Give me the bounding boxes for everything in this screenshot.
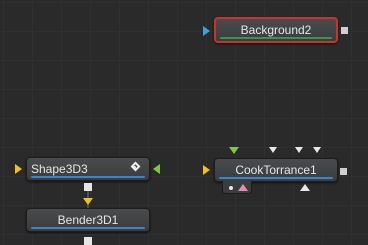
cook-white-input-arrow-2[interactable] bbox=[295, 147, 303, 153]
cooktorrance1-node[interactable]: CookTorrance1 bbox=[214, 158, 338, 182]
background-output-square[interactable] bbox=[341, 27, 348, 34]
cook-white-input-arrow-1[interactable] bbox=[269, 147, 277, 153]
cook-green-input-arrow[interactable] bbox=[229, 147, 239, 154]
shape3d3-node[interactable]: Shape3D3 bbox=[26, 157, 150, 181]
cook-output-square[interactable] bbox=[340, 168, 347, 175]
shape-input-arrow[interactable] bbox=[15, 164, 22, 174]
cook-white-input-arrow-3[interactable] bbox=[313, 147, 321, 153]
node-underline bbox=[31, 176, 145, 178]
3d-dot-icon bbox=[133, 166, 136, 169]
background-input-arrow[interactable] bbox=[203, 26, 210, 36]
cook-input-arrow[interactable] bbox=[203, 165, 210, 175]
mask-input-pink-arrow[interactable] bbox=[238, 184, 248, 191]
bender-input-arrow[interactable] bbox=[83, 198, 93, 205]
node-underline bbox=[220, 37, 332, 39]
background2-node[interactable]: Background2 bbox=[214, 17, 338, 43]
mask-dot-icon[interactable] bbox=[229, 186, 233, 190]
bender3d1-node[interactable]: Bender3D1 bbox=[26, 208, 150, 232]
cook-bottom-white-arrow[interactable] bbox=[300, 184, 310, 191]
shape-output-arrow[interactable] bbox=[153, 164, 160, 174]
shape-bottom-output-square[interactable] bbox=[84, 183, 92, 191]
node-flow-editor: { "flow": { "nodes": { "background": {"l… bbox=[0, 0, 368, 245]
node-underline bbox=[219, 177, 333, 179]
bender-output-square[interactable] bbox=[84, 237, 92, 245]
node-underline bbox=[31, 227, 145, 229]
